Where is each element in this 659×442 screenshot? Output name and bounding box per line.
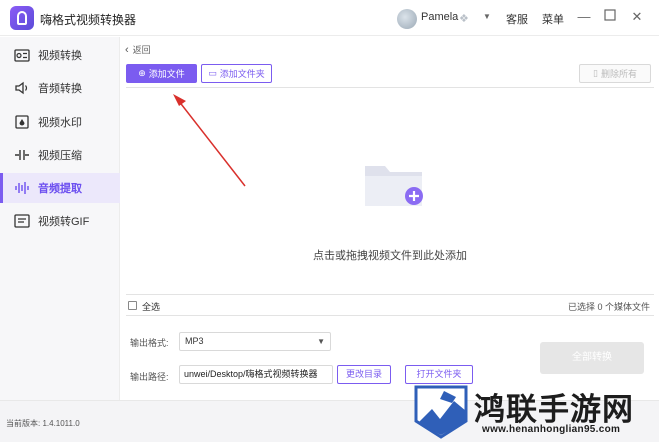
chevron-down-icon: ▼ — [317, 337, 325, 346]
user-avatar[interactable] — [397, 9, 417, 29]
watermark-logo-icon — [414, 385, 468, 439]
sidebar-item-label: 音频提取 — [38, 183, 82, 195]
add-file-label: 添加文件 — [148, 69, 185, 79]
sidebar-item-video-to-gif[interactable]: 视频转GIF — [0, 206, 120, 236]
compress-icon — [13, 147, 31, 163]
back-label: 返回 — [132, 45, 151, 55]
watermark-icon — [13, 114, 31, 130]
plus-circle-icon: ⊕ — [138, 68, 146, 78]
speaker-icon — [13, 80, 31, 96]
watermark-url: www.henanhonglian95.com — [482, 424, 621, 435]
chevron-down-icon[interactable]: ▼ — [483, 12, 491, 21]
watermark: 鸿联手游网 www.henanhonglian95.com — [412, 379, 659, 442]
add-folder-label: 添加文件夹 — [219, 69, 265, 79]
add-folder-icon — [365, 166, 423, 206]
select-all-checkbox[interactable] — [128, 301, 137, 310]
drop-zone[interactable]: 点击或拖拽视频文件到此处添加 — [126, 87, 654, 292]
output-path-label: 输出路径: — [130, 372, 169, 382]
sidebar-item-video-watermark[interactable]: 视频水印 — [0, 107, 120, 137]
output-format-value: MP3 — [185, 336, 204, 346]
title-bar: 嗨格式视频转换器 Pamela ❖ ▼ 客服 菜单 — ✕ — [0, 0, 659, 36]
sidebar-item-label: 视频转换 — [38, 50, 82, 62]
clear-all-label: 删除所有 — [600, 69, 637, 79]
sidebar-item-label: 视频压缩 — [38, 150, 82, 162]
video-convert-icon — [13, 47, 31, 63]
menu-link[interactable]: 菜单 — [542, 11, 564, 27]
sidebar-item-label: 视频转GIF — [38, 216, 90, 228]
minimize-icon[interactable]: — — [575, 8, 593, 26]
app-logo-icon — [10, 6, 34, 30]
change-dir-button[interactable]: 更改目录 — [337, 365, 391, 384]
main-panel: ‹ 返回 ⊕ 添加文件 ▭ 添加文件夹 ▯ 删除所有 点击或拖拽视频文件到此处添… — [121, 37, 659, 400]
sidebar-item-video-convert[interactable]: 视频转换 — [0, 40, 120, 70]
output-format-label: 输出格式: — [130, 338, 169, 348]
add-folder-button[interactable]: ▭ 添加文件夹 — [201, 64, 272, 83]
select-bar: 全选 已选择 0 个媒体文件 — [126, 294, 654, 316]
version-label: 当前版本: 1.4.1011.0 — [6, 419, 80, 428]
sidebar-item-label: 视频水印 — [38, 117, 82, 129]
gif-icon — [13, 213, 31, 229]
add-file-button[interactable]: ⊕ 添加文件 — [126, 64, 197, 83]
sidebar: 视频转换 音频转换 视频水印 视频压缩 音频提取 视频转GIF — [0, 37, 120, 400]
convert-all-button[interactable]: 全部转换 — [540, 342, 644, 374]
sidebar-item-video-compress[interactable]: 视频压缩 — [0, 140, 120, 170]
chevron-left-icon: ‹ — [125, 43, 129, 56]
user-name[interactable]: Pamela — [421, 11, 458, 23]
maximize-icon[interactable] — [601, 8, 619, 26]
waveform-icon — [13, 180, 31, 196]
output-path-field[interactable]: unwei/Desktop/嗨格式视频转换器 — [179, 365, 333, 384]
watermark-title: 鸿联手游网 — [474, 392, 634, 428]
app-title: 嗨格式视频转换器 — [40, 13, 137, 27]
support-link[interactable]: 客服 — [506, 11, 528, 27]
sidebar-item-label: 音频转换 — [38, 83, 82, 95]
diamond-icon: ❖ — [459, 13, 469, 25]
clear-all-button[interactable]: ▯ 删除所有 — [579, 64, 651, 83]
sidebar-item-audio-extract[interactable]: 音频提取 — [0, 173, 120, 203]
back-link[interactable]: ‹ 返回 — [125, 43, 151, 56]
trash-icon: ▯ — [593, 68, 598, 78]
folder-icon: ▭ — [208, 68, 217, 78]
sidebar-item-audio-convert[interactable]: 音频转换 — [0, 73, 120, 103]
output-format-select[interactable]: MP3 ▼ — [179, 332, 331, 351]
drop-hint: 点击或拖拽视频文件到此处添加 — [313, 250, 467, 262]
selected-count: 已选择 0 个媒体文件 — [567, 302, 650, 312]
close-icon[interactable]: ✕ — [628, 8, 646, 26]
select-all-label[interactable]: 全选 — [142, 300, 160, 313]
